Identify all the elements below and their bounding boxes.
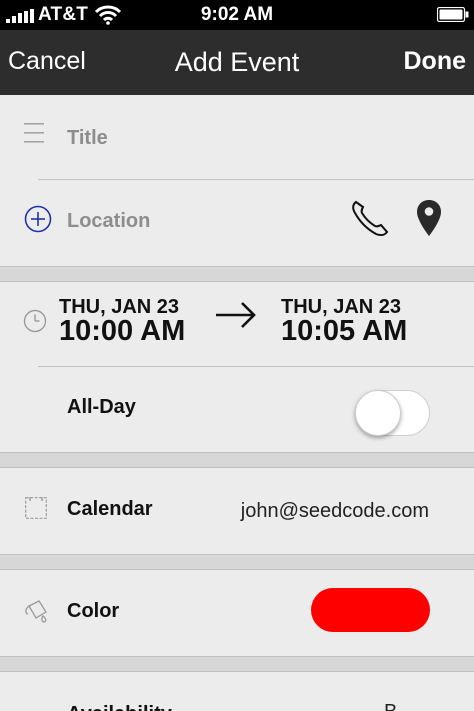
nav-bar: Cancel Add Event Done: [0, 30, 474, 95]
start-time: 10:00 AM: [59, 315, 186, 347]
battery-icon: [437, 7, 469, 22]
status-bar: AT&T 9:02 AM: [0, 0, 474, 30]
add-location-icon[interactable]: [24, 205, 52, 233]
end-time: 10:05 AM: [281, 315, 408, 347]
date-divider: [38, 366, 474, 367]
color-label: Color: [67, 600, 120, 622]
availability-row[interactable]: Availability B: [0, 672, 474, 711]
calendar-icon: [25, 497, 47, 519]
calendar-row[interactable]: Calendar john@seedcode.com: [0, 468, 474, 554]
phone-icon[interactable]: [350, 199, 390, 237]
section-separator: [0, 452, 474, 468]
title-lines-icon: [24, 123, 44, 143]
section-separator: [0, 266, 474, 282]
cancel-button[interactable]: Cancel: [8, 47, 86, 76]
clock-icon: [23, 309, 47, 333]
location-input[interactable]: Location: [67, 210, 150, 233]
availability-icon: [24, 698, 48, 711]
arrow-right-icon: [216, 302, 256, 328]
title-divider: [38, 179, 474, 180]
done-button[interactable]: Done: [404, 47, 467, 76]
availability-value: B: [384, 701, 397, 711]
all-day-toggle[interactable]: [355, 390, 430, 436]
map-pin-icon[interactable]: [416, 199, 442, 237]
toggle-knob: [355, 390, 401, 436]
section-separator: [0, 554, 474, 570]
calendar-label: Calendar: [67, 498, 153, 520]
all-day-label: All-Day: [67, 396, 136, 418]
color-swatch[interactable]: [311, 588, 430, 632]
title-input[interactable]: Title: [67, 127, 108, 150]
section-separator: [0, 656, 474, 672]
paint-bucket-icon: [25, 600, 47, 623]
availability-label: Availability: [67, 703, 172, 711]
title-location-section: Title Location: [0, 95, 474, 266]
status-time: 9:02 AM: [200, 4, 274, 25]
calendar-value: john@seedcode.com: [240, 500, 429, 522]
